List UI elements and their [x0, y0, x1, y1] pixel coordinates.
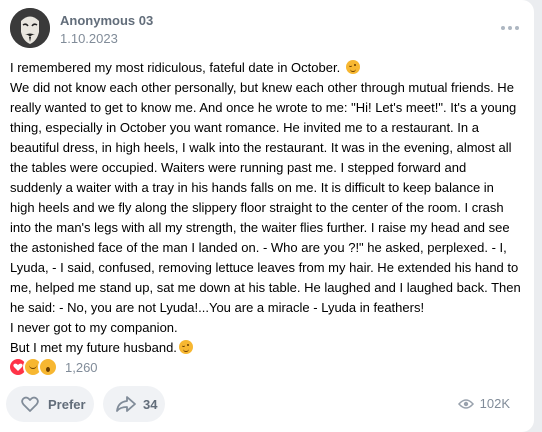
post-text-line: really wanted to get to know me. And onc…	[10, 100, 517, 115]
post-text-line: he said: - No, you are not Lyuda!...You …	[10, 300, 425, 315]
post-text: I remembered my most ridiculous, fateful…	[10, 58, 524, 358]
post-text-line: suddenly a waiter with a tray in his han…	[10, 180, 494, 195]
post-date[interactable]: 1.10.2023	[60, 31, 118, 46]
prefer-label: Prefer	[48, 396, 86, 412]
post-text-line: I never got to my companion.	[10, 320, 178, 335]
reaction-count: 1,260	[65, 359, 98, 375]
surprised-emoji-icon	[38, 357, 58, 377]
author-name[interactable]: Anonymous 03	[60, 13, 153, 28]
share-arrow-icon	[116, 396, 136, 412]
post-text-line: me, helped me stand up, sat me down at h…	[10, 280, 521, 295]
post-text-line: I remembered my most ridiculous, fateful…	[10, 58, 524, 78]
views-counter: 102K	[457, 396, 510, 411]
prefer-button[interactable]: Prefer	[6, 386, 94, 422]
post-text-line: thing, especially in October you want ro…	[10, 120, 479, 135]
reactions-summary[interactable]: 1,260	[8, 357, 98, 377]
post-text-line: Lyuda, - I said, confused, removing lett…	[10, 260, 519, 275]
winking-emoji-icon	[345, 60, 360, 74]
post-text-line: the astonished face of the man I landed …	[10, 240, 507, 255]
post-text-line: beautiful dress, in high heels, I walk i…	[10, 140, 512, 155]
views-count: 102K	[479, 396, 510, 411]
post-card: Anonymous 03 1.10.2023 I remembered my m…	[0, 0, 534, 432]
post-text-line: But I met my future husband.	[10, 338, 524, 358]
mask-avatar-icon	[10, 8, 50, 48]
post-text-line: into the man's legs with all my strength…	[10, 220, 510, 235]
author-avatar[interactable]	[10, 8, 50, 48]
share-button[interactable]: 34	[103, 386, 165, 422]
more-options-icon[interactable]	[498, 20, 522, 36]
share-count: 34	[143, 396, 158, 412]
heart-outline-icon	[21, 396, 39, 412]
post-text-line: high heels and we fly along the slippery…	[10, 200, 504, 215]
post-text-line: the tables were occupied. Waiters were r…	[10, 160, 467, 175]
winking-emoji-icon	[178, 340, 193, 354]
post-text-line: We did not know each other personally, b…	[10, 80, 514, 95]
eye-icon	[457, 398, 474, 409]
